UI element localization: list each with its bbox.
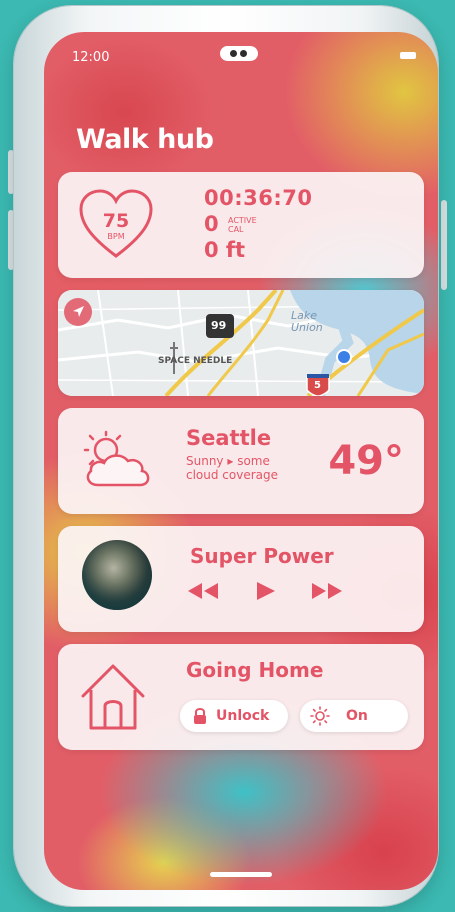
map-card[interactable]: 99 5 SPACE NEEDLE Lake Union xyxy=(58,290,424,396)
unlock-button[interactable]: Unlock xyxy=(180,700,288,732)
battery-icon xyxy=(400,52,416,59)
active-calories-label: ACTIVE CAL xyxy=(228,216,257,234)
interstate-5-shield: 5 xyxy=(314,380,321,391)
sun-icon xyxy=(310,706,330,726)
fast-forward-icon xyxy=(312,583,342,599)
status-bar-time: 12:00 xyxy=(72,50,110,65)
camera-dot xyxy=(240,50,247,57)
phone-screen: 12:00 Walk hub 75 BPM 00:36:70 0 ACTIVE … xyxy=(44,32,438,890)
active-calories-label-line1: ACTIVE xyxy=(228,216,257,225)
camera-notch xyxy=(220,46,258,61)
play-icon xyxy=(257,582,275,600)
phone-body: 12:00 Walk hub 75 BPM 00:36:70 0 ACTIVE … xyxy=(14,6,438,906)
album-art xyxy=(82,540,152,610)
weather-city: Seattle xyxy=(186,426,272,450)
side-button xyxy=(441,200,447,290)
heart-rate-unit: BPM xyxy=(107,232,125,241)
map-lake-label-line2: Union xyxy=(291,321,323,334)
walk-duration: 00:36:70 xyxy=(204,186,313,210)
song-title: Super Power xyxy=(190,544,334,568)
home-indicator[interactable] xyxy=(210,872,272,877)
weather-card[interactable]: Seattle Sunny ▸ some cloud coverage 49° xyxy=(58,408,424,514)
home-scene-card[interactable]: Going Home Unlock On xyxy=(58,644,424,750)
walk-distance: 0 ft xyxy=(204,238,246,262)
lights-toggle-label: On xyxy=(346,708,368,724)
lock-icon xyxy=(194,708,206,724)
map-lake-label: Lake Union xyxy=(291,310,323,334)
camera-dot xyxy=(230,50,237,57)
rewind-icon xyxy=(188,583,218,599)
highway-99-shield: 99 xyxy=(211,319,227,332)
active-calories-label-line2: CAL xyxy=(228,225,244,234)
music-card[interactable]: Super Power xyxy=(58,526,424,632)
lights-toggle-button[interactable]: On xyxy=(300,700,408,732)
map-landmark-label: SPACE NEEDLE xyxy=(158,356,233,366)
device-frame: 12:00 Walk hub 75 BPM 00:36:70 0 ACTIVE … xyxy=(0,0,455,912)
house-icon xyxy=(78,660,148,736)
map-view[interactable] xyxy=(58,290,424,396)
navigation-arrow-icon xyxy=(73,306,84,317)
walk-stats-card[interactable]: 75 BPM 00:36:70 0 ACTIVE CAL 0 ft xyxy=(58,172,424,278)
locate-button[interactable] xyxy=(64,298,92,326)
weather-temperature: 49° xyxy=(328,438,404,484)
page-title: Walk hub xyxy=(76,124,214,155)
heart-icon: 75 BPM xyxy=(78,188,154,260)
active-calories-value: 0 xyxy=(204,212,219,236)
unlock-label: Unlock xyxy=(216,708,270,724)
weather-condition: Sunny ▸ some cloud coverage xyxy=(186,454,279,482)
home-scene-title: Going Home xyxy=(186,658,324,682)
rewind-button[interactable] xyxy=(186,580,220,606)
partly-cloudy-icon xyxy=(76,430,158,496)
heart-rate-value: 75 xyxy=(102,210,130,232)
play-button[interactable] xyxy=(254,580,278,606)
fast-forward-button[interactable] xyxy=(310,580,344,606)
